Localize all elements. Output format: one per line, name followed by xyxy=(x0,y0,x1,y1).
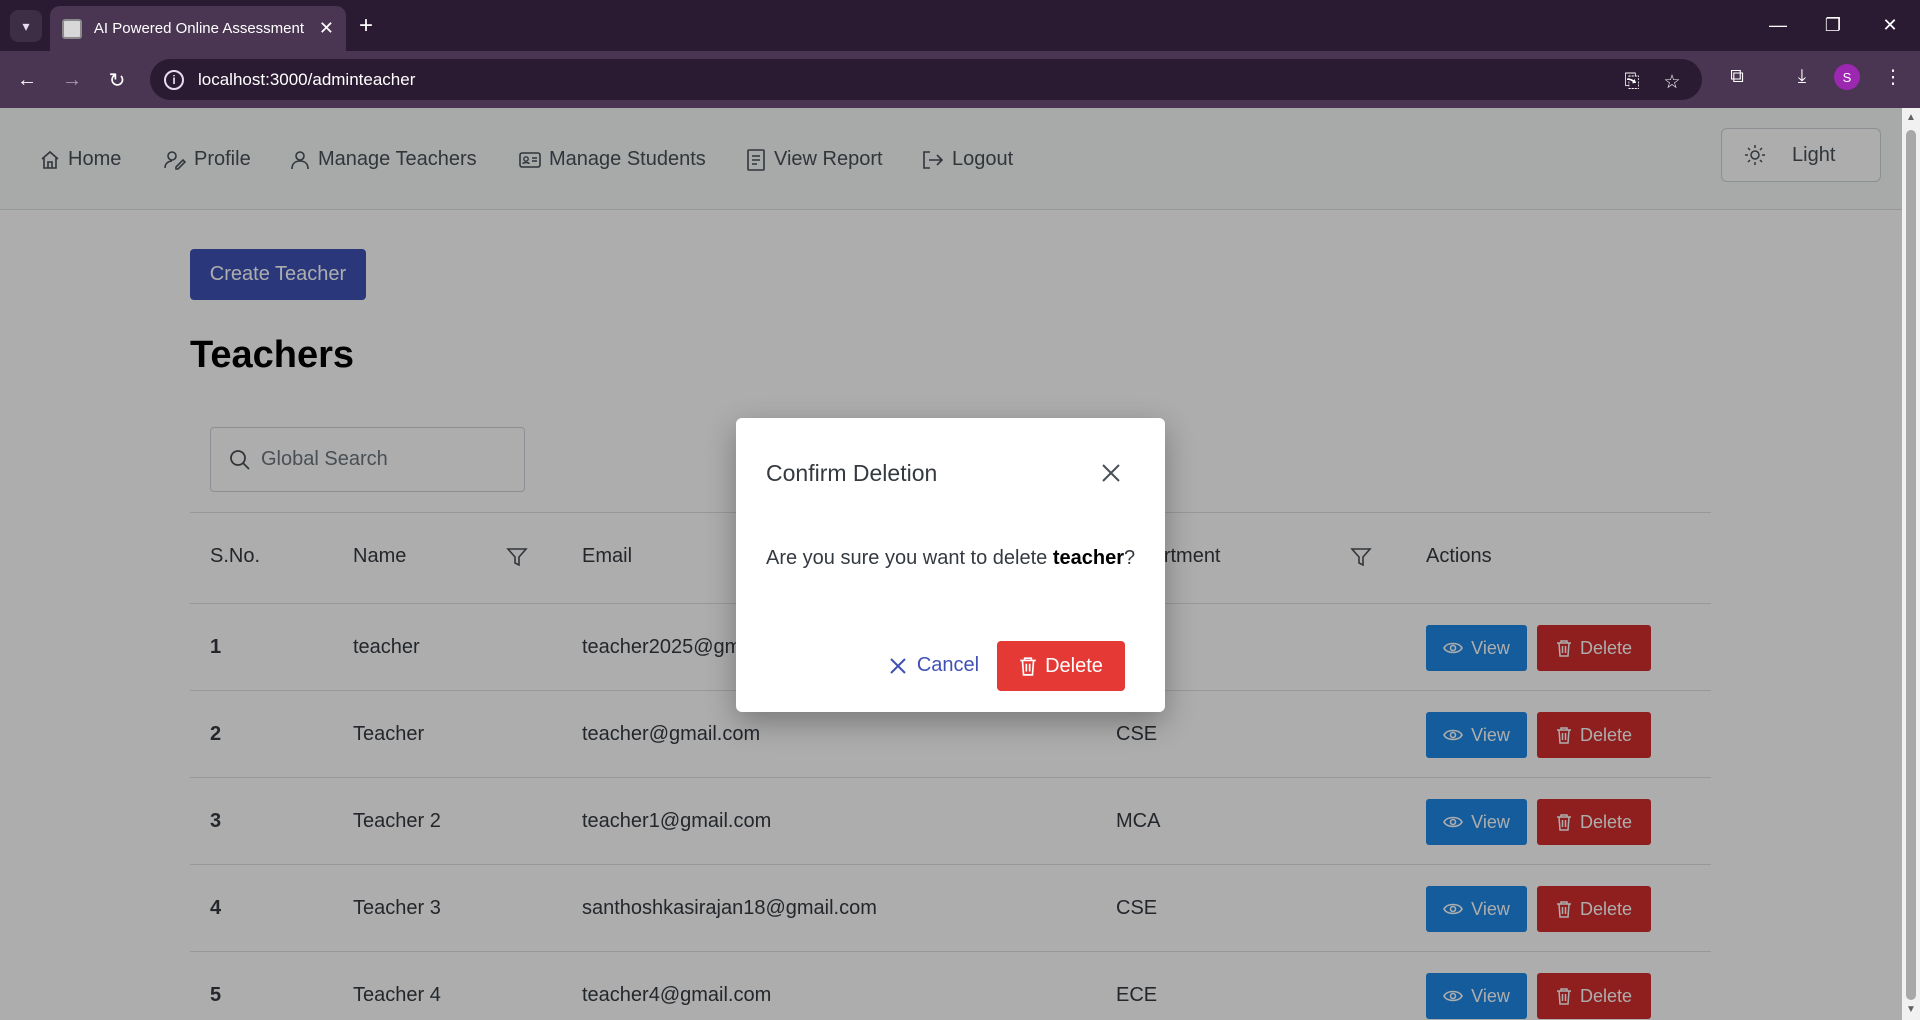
trash-icon xyxy=(1020,657,1036,676)
downloads-icon[interactable]: ⤓ xyxy=(1787,62,1817,92)
favicon-icon xyxy=(62,18,82,39)
dialog-message-prefix: Are you sure you want to delete xyxy=(766,547,1053,569)
bookmark-star-icon[interactable]: ☆ xyxy=(1659,69,1685,95)
tab-title: AI Powered Online Assessment xyxy=(93,20,305,37)
tab-search-button[interactable]: ▾ xyxy=(10,10,42,42)
browser-tab[interactable]: AI Powered Online Assessment ✕ xyxy=(50,6,346,51)
close-window-button[interactable]: ✕ xyxy=(1870,10,1910,40)
dialog-message-suffix: ? xyxy=(1124,547,1136,569)
new-tab-button[interactable]: + xyxy=(352,10,380,42)
install-app-icon[interactable]: ⎘ xyxy=(1619,69,1645,95)
browser-toolbar: ← → ↻ i localhost:3000/adminteacher ⎘ ☆ xyxy=(0,51,1920,108)
cancel-button[interactable]: Cancel xyxy=(869,641,999,690)
address-bar[interactable]: i localhost:3000/adminteacher ⎘ ☆ xyxy=(150,59,1702,100)
cancel-label: Cancel xyxy=(916,654,980,676)
browser-menu-icon[interactable]: ⋮ xyxy=(1878,62,1908,92)
browser-tab-bar: ▾ AI Powered Online Assessment ✕ + — ❐ ✕ xyxy=(0,0,1920,51)
reload-button[interactable]: ↻ xyxy=(102,65,132,95)
confirm-deletion-dialog: Confirm Deletion Are you sure you want t… xyxy=(736,418,1165,712)
close-tab-icon[interactable]: ✕ xyxy=(319,18,334,39)
page-scrollbar[interactable]: ▲ ▼ xyxy=(1902,108,1920,1020)
minimize-button[interactable]: — xyxy=(1758,10,1798,40)
confirm-delete-button[interactable]: Delete xyxy=(997,641,1125,691)
close-icon xyxy=(890,657,906,674)
scroll-thumb[interactable] xyxy=(1906,130,1916,1000)
dialog-title: Confirm Deletion xyxy=(766,460,938,486)
site-info-icon[interactable]: i xyxy=(164,69,184,90)
profile-avatar[interactable]: S xyxy=(1834,64,1860,90)
dialog-message: Are you sure you want to delete teacher? xyxy=(766,547,1135,570)
confirm-delete-label: Delete xyxy=(1045,654,1103,677)
back-button[interactable]: ← xyxy=(12,65,42,95)
dialog-message-target: teacher xyxy=(1052,547,1124,569)
extensions-icon[interactable]: ⧉ xyxy=(1722,62,1752,92)
url-text: localhost:3000/adminteacher xyxy=(198,69,416,89)
scroll-up-icon[interactable]: ▲ xyxy=(1906,112,1916,123)
close-icon[interactable] xyxy=(1098,460,1124,486)
forward-button[interactable]: → xyxy=(57,65,87,95)
restore-button[interactable]: ❐ xyxy=(1813,10,1853,40)
scroll-down-icon[interactable]: ▼ xyxy=(1906,1004,1916,1015)
